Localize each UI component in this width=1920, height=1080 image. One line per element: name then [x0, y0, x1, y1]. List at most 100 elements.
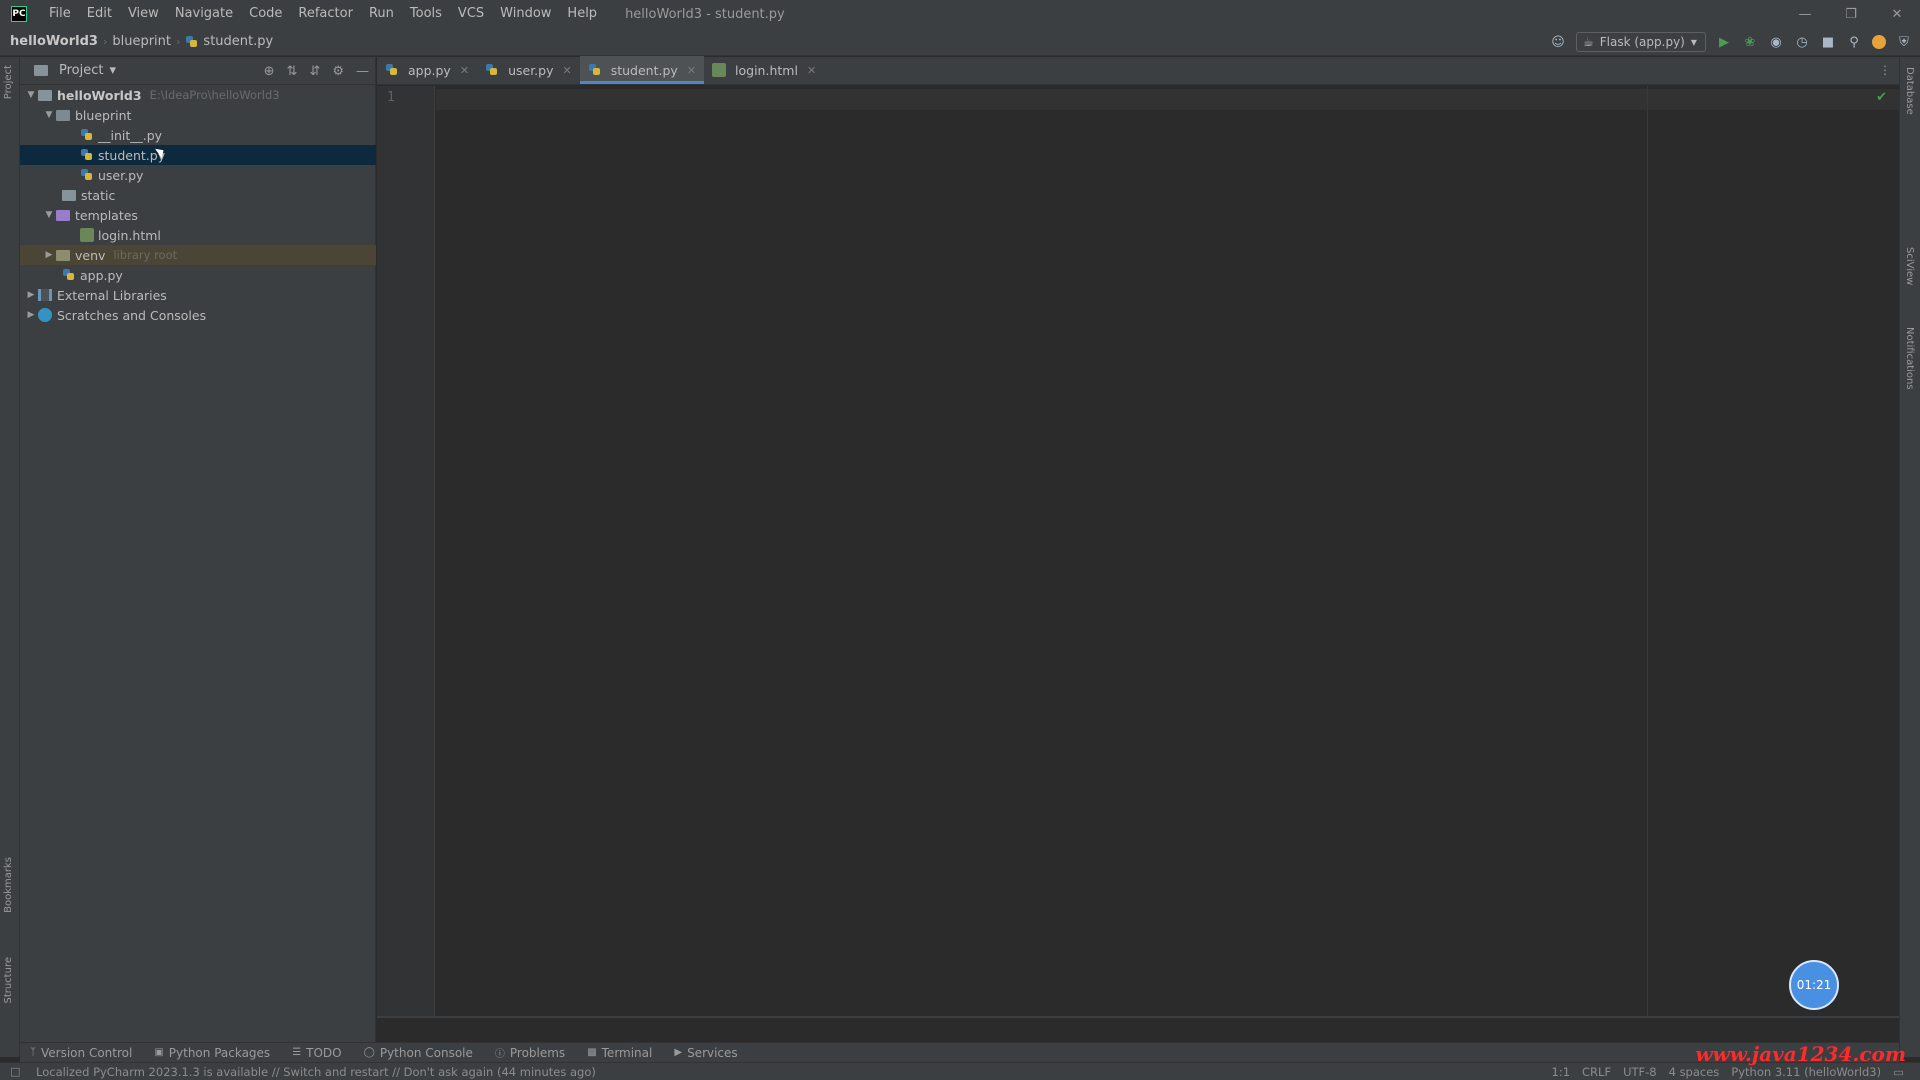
chevron-right-icon[interactable]: ▶: [42, 250, 56, 260]
status-message[interactable]: Localized PyCharm 2023.1.3 is available …: [36, 1065, 596, 1079]
tool-problems[interactable]: ⓘ Problems: [495, 1045, 566, 1061]
python-file-icon: [588, 63, 602, 77]
tab-login-html[interactable]: login.html ✕: [704, 56, 824, 84]
debug-icon[interactable]: ❀: [1742, 34, 1758, 50]
minimize-icon[interactable]: —: [1782, 0, 1828, 28]
menu-tools[interactable]: Tools: [402, 0, 450, 28]
close-icon[interactable]: ✕: [687, 64, 696, 77]
tab-app-py[interactable]: app.py ✕: [377, 56, 477, 84]
tool-todo[interactable]: ☰ TODO: [292, 1046, 341, 1060]
more-tabs-icon[interactable]: ⋮: [1879, 63, 1891, 77]
tool-label: Python Console: [379, 1045, 473, 1060]
tab-user-py[interactable]: user.py ✕: [477, 56, 580, 84]
structure-tool-tab[interactable]: Structure: [3, 957, 14, 1004]
editor-gutter: 1: [377, 86, 435, 1016]
tool-python-packages[interactable]: ▣ Python Packages: [154, 1046, 270, 1060]
tree-item-scratches[interactable]: ▶ Scratches and Consoles: [20, 305, 376, 325]
tree-item-init[interactable]: __init__.py: [20, 125, 376, 145]
menu-code[interactable]: Code: [241, 0, 290, 28]
chevron-down-icon[interactable]: ▼: [42, 110, 56, 120]
run-configuration-label: Flask (app.py): [1599, 35, 1685, 49]
profile-icon[interactable]: ◷: [1794, 34, 1810, 50]
templates-folder-icon: [56, 209, 70, 221]
project-panel-title[interactable]: Project ▾: [34, 63, 116, 78]
tool-label: Services: [687, 1045, 738, 1060]
tool-label: Problems: [509, 1045, 566, 1060]
sciview-tool-tab[interactable]: SciView: [1904, 247, 1915, 285]
menu-run[interactable]: Run: [361, 0, 402, 28]
menu-view[interactable]: View: [120, 0, 167, 28]
menu-refactor[interactable]: Refactor: [290, 0, 361, 28]
menu-vcs[interactable]: VCS: [450, 0, 492, 28]
user-account-icon[interactable]: ☺: [1550, 34, 1566, 50]
close-window-icon[interactable]: ✕: [1874, 0, 1920, 28]
toggle-tool-windows-icon[interactable]: □: [10, 1065, 20, 1078]
tree-item-user[interactable]: user.py: [20, 165, 376, 185]
tree-item-student[interactable]: student.py: [20, 145, 376, 165]
tool-label: Version Control: [41, 1045, 133, 1060]
tree-item-root[interactable]: ▼ helloWorld3 E:\IdeaPro\helloWorld3: [20, 85, 376, 105]
tool-python-console[interactable]: ◯ Python Console: [364, 1046, 473, 1060]
hide-panel-icon[interactable]: —: [356, 64, 369, 79]
breadcrumb-folder[interactable]: blueprint: [112, 34, 171, 49]
collapse-all-icon[interactable]: ⇵: [309, 64, 320, 79]
caret-position[interactable]: 1:1: [1552, 1065, 1571, 1079]
close-icon[interactable]: ✕: [563, 64, 572, 77]
tab-label: student.py: [610, 62, 678, 78]
chevron-down-icon[interactable]: ▼: [42, 210, 56, 220]
horizontal-scrollbar[interactable]: [377, 1016, 1899, 1018]
chevron-right-icon[interactable]: ▶: [24, 290, 38, 300]
python-interpreter[interactable]: Python 3.11 (helloWorld3): [1731, 1065, 1881, 1079]
database-tool-tab[interactable]: Database: [1904, 67, 1915, 115]
branch-icon: ᛉ: [30, 1047, 36, 1058]
tree-item-external-libraries[interactable]: ▶ External Libraries: [20, 285, 376, 305]
run-configuration-select[interactable]: ☕ Flask (app.py) ▾: [1576, 32, 1706, 52]
locate-file-icon[interactable]: ⊕: [264, 64, 275, 79]
breadcrumb-file[interactable]: student.py: [203, 34, 273, 49]
search-icon[interactable]: ⚲: [1846, 34, 1862, 50]
tree-item-venv[interactable]: ▶ venv library root: [20, 245, 376, 265]
code-editor[interactable]: ✔: [436, 86, 1899, 1016]
project-tool-tab[interactable]: Project: [3, 65, 14, 99]
tree-item-app[interactable]: app.py: [20, 265, 376, 285]
todo-list-icon: ☰: [292, 1047, 302, 1058]
close-icon[interactable]: ✕: [460, 64, 469, 77]
breadcrumb-project[interactable]: helloWorld3: [10, 34, 98, 49]
run-icon[interactable]: ▶: [1716, 34, 1732, 50]
coverage-icon[interactable]: ◉: [1768, 34, 1784, 50]
no-problems-check-icon[interactable]: ✔: [1876, 90, 1887, 105]
status-bar: □ Localized PyCharm 2023.1.3 is availabl…: [0, 1062, 1920, 1080]
folder-icon: [62, 189, 76, 201]
tree-item-static[interactable]: static: [20, 185, 376, 205]
chevron-down-icon[interactable]: ▼: [24, 90, 38, 100]
menu-window[interactable]: Window: [492, 0, 559, 28]
file-encoding[interactable]: UTF-8: [1623, 1065, 1657, 1079]
stop-icon[interactable]: ■: [1820, 34, 1836, 50]
tree-item-label: Scratches and Consoles: [57, 307, 207, 323]
bookmarks-tool-tab[interactable]: Bookmarks: [3, 857, 14, 913]
chevron-right-icon[interactable]: ▶: [24, 310, 38, 320]
gear-icon[interactable]: ⚙: [332, 64, 344, 79]
tree-item-templates[interactable]: ▼ templates: [20, 205, 376, 225]
expand-all-icon[interactable]: ⇅: [287, 64, 298, 79]
menu-navigate[interactable]: Navigate: [167, 0, 241, 28]
tool-services[interactable]: ▶ Services: [674, 1046, 737, 1060]
right-tool-strip: Database SciView Notifications: [1899, 57, 1920, 1057]
menu-file[interactable]: File: [41, 0, 79, 28]
lock-icon[interactable]: ▭: [1893, 1065, 1904, 1079]
indent-setting[interactable]: 4 spaces: [1669, 1065, 1720, 1079]
tab-student-py[interactable]: student.py ✕: [579, 56, 705, 84]
tree-item-blueprint[interactable]: ▼ blueprint: [20, 105, 376, 125]
tree-item-login-html[interactable]: login.html: [20, 225, 376, 245]
close-icon[interactable]: ✕: [807, 64, 816, 77]
menu-edit[interactable]: Edit: [79, 0, 120, 28]
updates-icon[interactable]: [1872, 35, 1886, 49]
tool-terminal[interactable]: ▩ Terminal: [587, 1046, 652, 1060]
line-separator[interactable]: CRLF: [1582, 1065, 1611, 1079]
menu-help[interactable]: Help: [559, 0, 605, 28]
line-number: 1: [387, 90, 395, 105]
notifications-tool-tab[interactable]: Notifications: [1904, 327, 1915, 390]
shield-icon[interactable]: ⛨: [1896, 34, 1912, 50]
restore-icon[interactable]: ❐: [1828, 0, 1874, 28]
tool-version-control[interactable]: ᛉ Version Control: [30, 1046, 132, 1060]
